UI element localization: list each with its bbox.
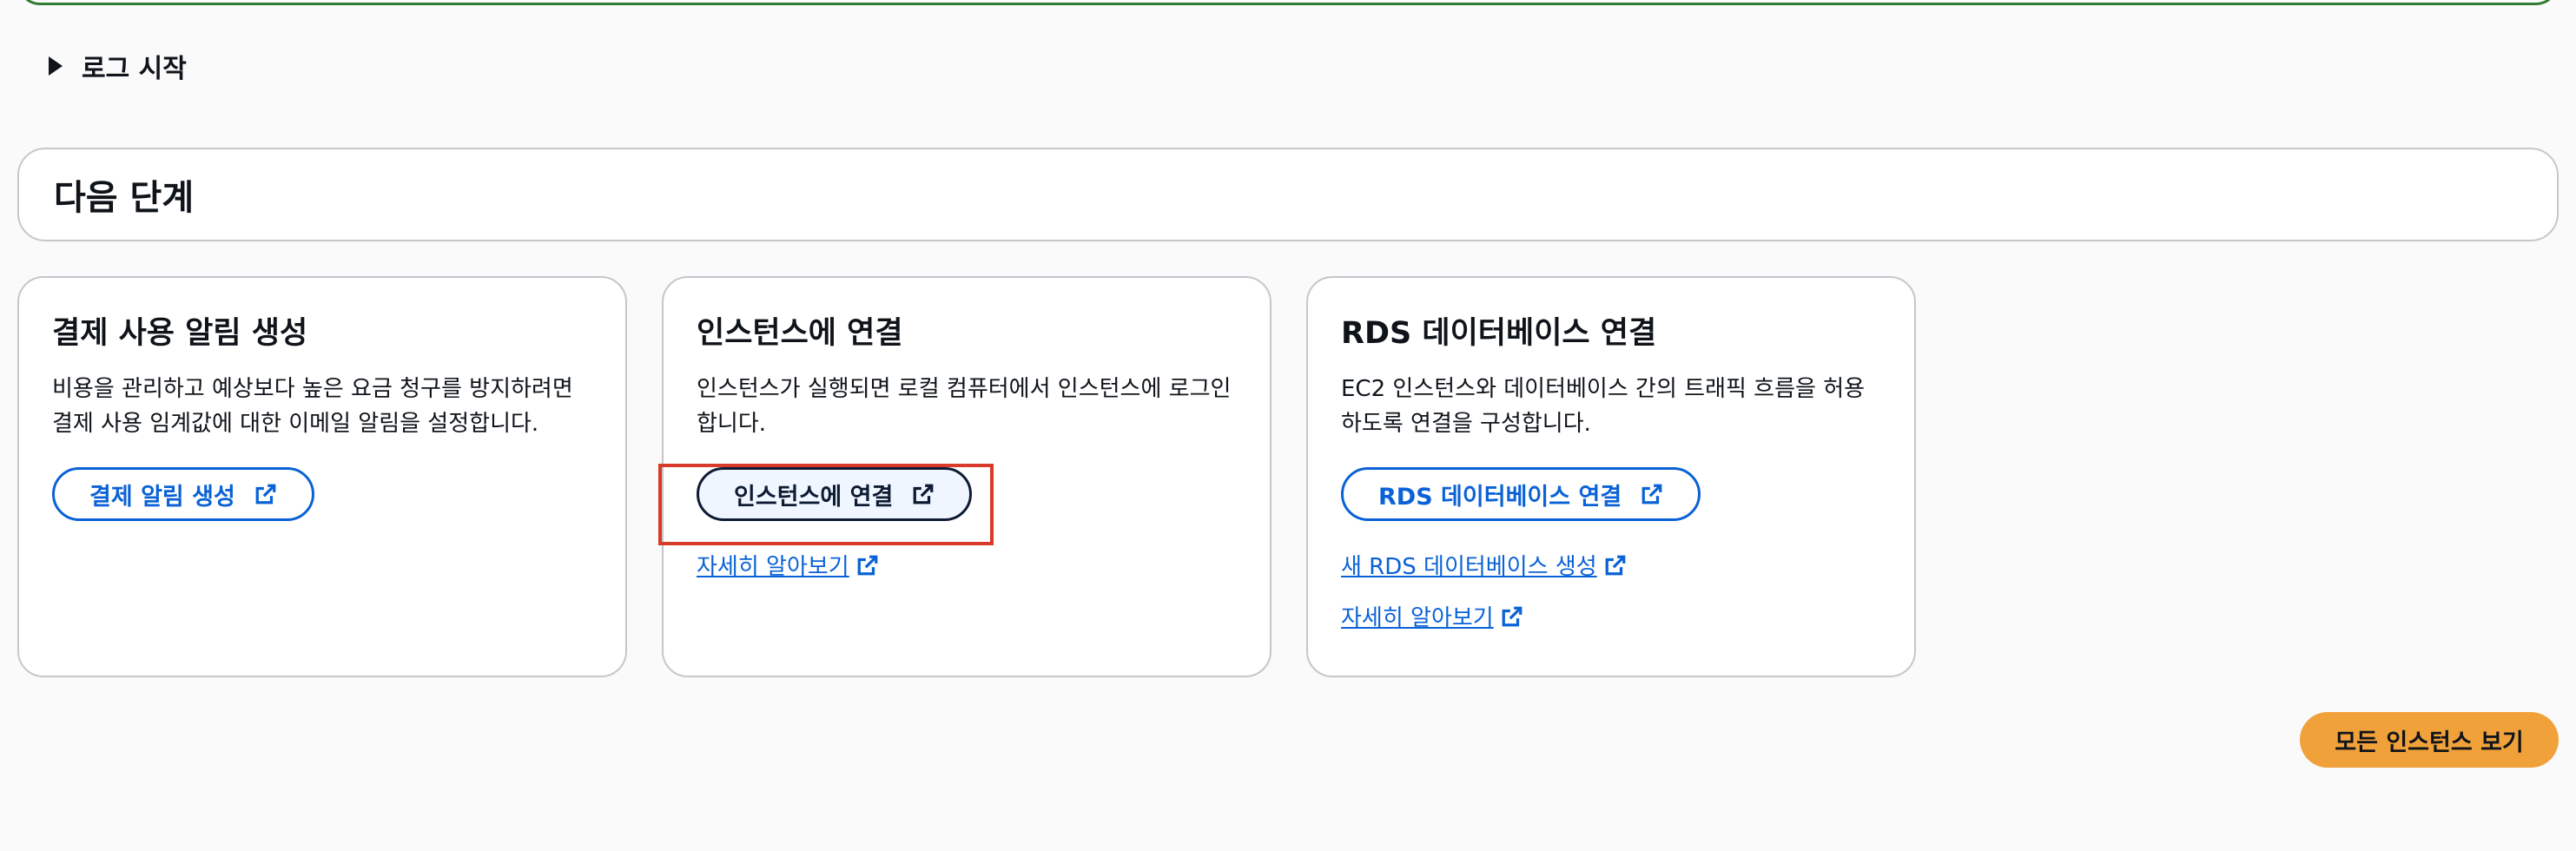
card-title: 결제 사용 알림 생성 [52,316,308,351]
card-title: RDS 데이터베이스 연결 [1341,316,1657,351]
card-title: 인스턴스에 연결 [697,316,903,351]
learn-more-link[interactable]: 자세히 알아보기 [1341,600,1523,632]
link-label: 자세히 알아보기 [1341,605,1494,631]
card-description-line: 결제 사용 임계값에 대한 이메일 알림을 설정합니다. [52,411,539,437]
log-expander-label: 로그 시작 [82,54,187,84]
next-steps-title: 다음 단계 [54,178,195,218]
button-label: 결제 알림 생성 [89,483,235,511]
card-description: 비용을 관리하고 예상보다 높은 요금 청구를 방지하려면 결제 사용 임계값에… [52,372,592,441]
success-banner-edge [17,0,2559,5]
caret-right-icon [49,56,63,76]
card-rds-connect: RDS 데이터베이스 연결 EC2 인스턴스와 데이터베이스 간의 트래픽 흐름… [1306,276,1916,677]
external-link-icon [1641,484,1662,505]
card-billing-alert: 결제 사용 알림 생성 비용을 관리하고 예상보다 높은 요금 청구를 방지하려… [17,276,627,677]
card-description: 인스턴스가 실행되면 로컬 컴퓨터에서 인스턴스에 로그인 합니다. [697,372,1237,441]
connect-rds-button[interactable]: RDS 데이터베이스 연결 [1341,467,1701,521]
external-link-icon [857,555,878,575]
card-description-line: 비용을 관리하고 예상보다 높은 요금 청구를 방지하려면 [52,376,573,402]
create-rds-link[interactable]: 새 RDS 데이터베이스 생성 [1341,549,1627,581]
external-link-icon [255,484,276,505]
learn-more-link[interactable]: 자세히 알아보기 [697,549,879,581]
card-description-line: EC2 인스턴스와 데이터베이스 간의 트래픽 흐름을 허용 [1341,376,1866,402]
view-all-instances-button[interactable]: 모든 인스턴스 보기 [2300,712,2559,768]
log-expander[interactable]: 로그 시작 [49,49,187,84]
link-label: 자세히 알아보기 [697,554,849,580]
card-description-line: 인스턴스가 실행되면 로컬 컴퓨터에서 인스턴스에 로그인 [697,376,1232,402]
create-billing-alert-button[interactable]: 결제 알림 생성 [52,467,314,521]
card-description: EC2 인스턴스와 데이터베이스 간의 트래픽 흐름을 허용 하도록 연결을 구… [1341,372,1881,441]
external-link-icon [1605,555,1626,575]
card-description-line: 합니다. [697,411,767,437]
external-link-icon [1502,606,1522,626]
card-description-line: 하도록 연결을 구성합니다. [1341,411,1591,437]
button-label: RDS 데이터베이스 연결 [1378,483,1622,511]
next-steps-header: 다음 단계 [17,148,2559,241]
link-label: 새 RDS 데이터베이스 생성 [1341,554,1597,580]
highlight-box [658,464,994,545]
